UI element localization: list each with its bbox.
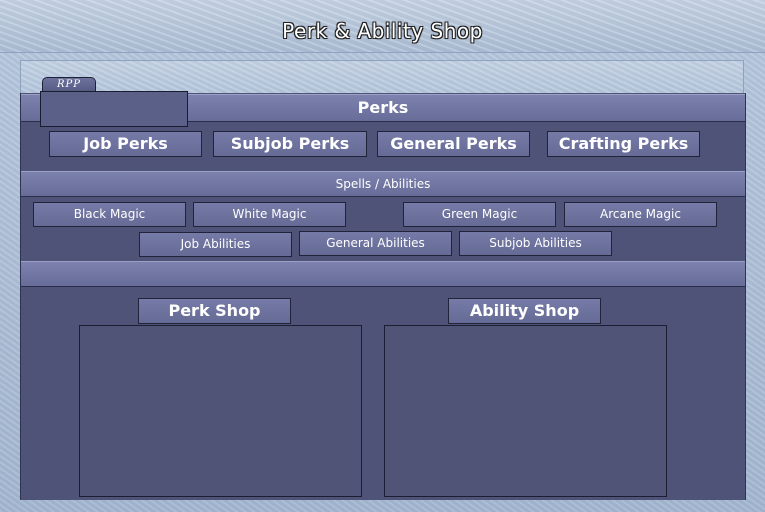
arcane-magic-button[interactable]: Arcane Magic	[564, 202, 717, 227]
perks-section-title: Perks	[357, 98, 409, 117]
general-perks-button[interactable]: General Perks	[377, 131, 530, 157]
crafting-perks-button[interactable]: Crafting Perks	[547, 131, 700, 157]
tab-rpp[interactable]: RPP	[42, 77, 96, 92]
ability-shop-header: Ability Shop	[448, 298, 601, 324]
subjob-abilities-button[interactable]: Subjob Abilities	[459, 231, 612, 256]
perk-shop-list[interactable]	[79, 325, 362, 497]
spells-section-title: Spells / Abilities	[335, 177, 431, 191]
tab-rpp-panel	[40, 91, 188, 127]
ability-shop-list[interactable]	[384, 325, 667, 497]
job-perks-button[interactable]: Job Perks	[49, 131, 202, 157]
window-title: Perk & Ability Shop	[282, 19, 483, 43]
green-magic-button[interactable]: Green Magic	[403, 202, 556, 227]
white-magic-button[interactable]: White Magic	[193, 202, 346, 227]
subjob-perks-button[interactable]: Subjob Perks	[213, 131, 367, 157]
spells-section-header: Spells / Abilities	[21, 171, 745, 197]
black-magic-button[interactable]: Black Magic	[33, 202, 186, 227]
title-bar: Perk & Ability Shop	[0, 0, 765, 53]
general-abilities-button[interactable]: General Abilities	[299, 231, 452, 256]
job-abilities-button[interactable]: Job Abilities	[139, 232, 292, 257]
tab-rpp-label: RPP	[57, 79, 81, 90]
perk-shop-header: Perk Shop	[138, 298, 291, 324]
empty-section-bar	[21, 261, 745, 287]
